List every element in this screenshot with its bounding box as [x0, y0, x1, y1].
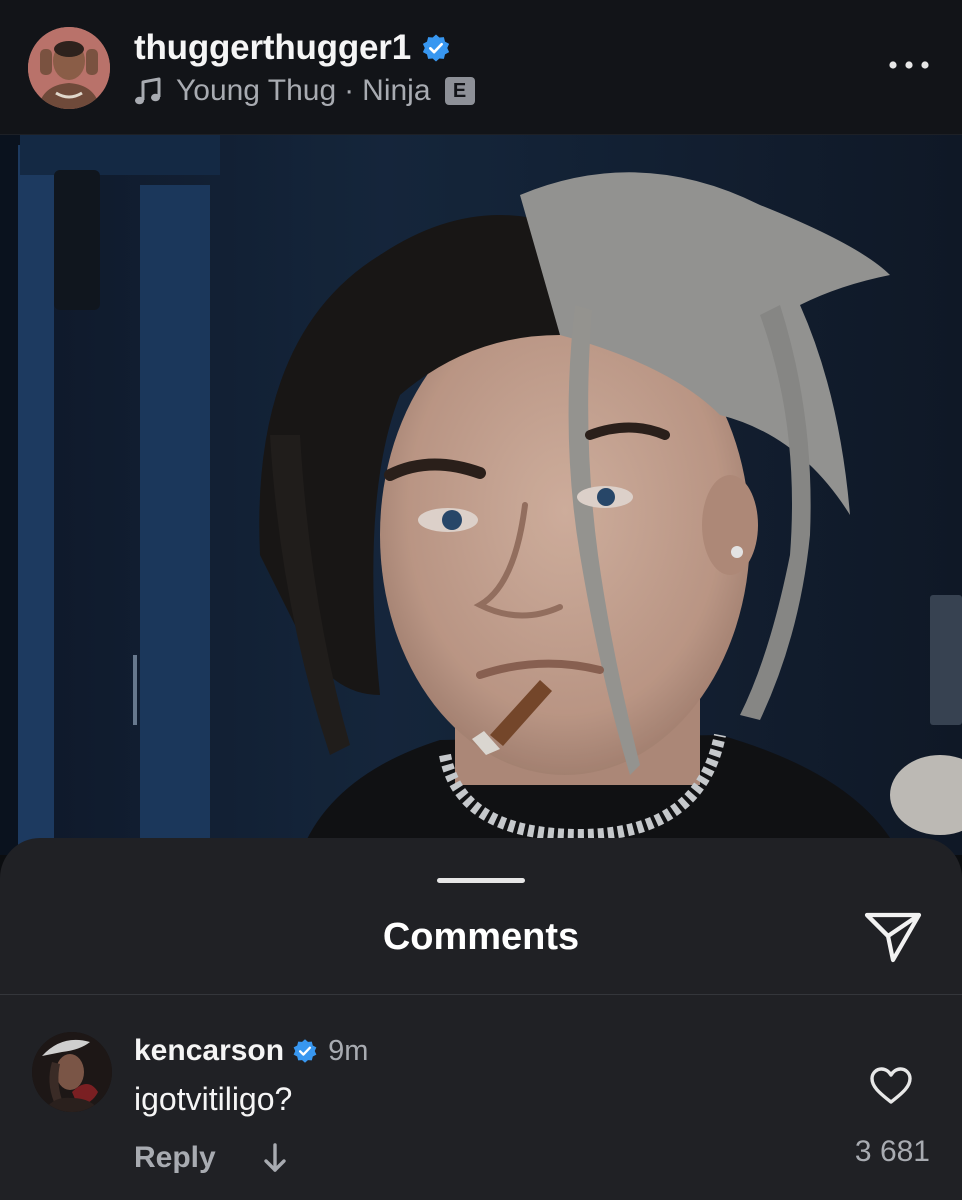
- more-options-icon[interactable]: [886, 50, 932, 80]
- verified-badge-icon: [422, 34, 450, 62]
- post-photo[interactable]: [0, 135, 962, 855]
- comment-like-count: 3 681: [854, 1135, 930, 1168]
- paper-plane-share-icon[interactable]: [864, 910, 922, 964]
- comment-text: igotvitiligo?: [134, 1081, 293, 1117]
- author-avatar[interactable]: [28, 27, 110, 109]
- post-header: thuggerthugger1 Young Thug · Ninja E: [0, 0, 962, 135]
- instagram-post-screen: thuggerthugger1 Young Thug · Ninja E Com…: [0, 0, 962, 1200]
- comments-title: Comments: [382, 916, 580, 958]
- comment-item: kencarson 9m igotvitiligo? Reply 3 681: [0, 995, 962, 1200]
- verified-badge-icon: [293, 1039, 317, 1063]
- explicit-badge: E: [444, 77, 475, 105]
- post-image: [0, 135, 962, 855]
- audio-separator: ·: [344, 74, 355, 107]
- comments-sheet: Comments kencarson 9m igotvitiligo? Repl…: [0, 838, 962, 1200]
- commenter-username[interactable]: kencarson: [134, 1034, 284, 1068]
- author-avatar-photo: [28, 27, 110, 109]
- down-arrow-icon[interactable]: [262, 1141, 288, 1175]
- reply-button[interactable]: Reply: [134, 1141, 216, 1175]
- commenter-avatar[interactable]: [32, 1032, 112, 1112]
- commenter-avatar-photo: [32, 1032, 112, 1112]
- audio-track: Ninja: [362, 74, 431, 107]
- author-username-row: thuggerthugger1: [134, 26, 451, 70]
- author-username[interactable]: thuggerthugger1: [134, 28, 411, 68]
- audio-artist: Young Thug: [176, 74, 337, 107]
- comment-header: kencarson 9m: [134, 1031, 368, 1071]
- sheet-drag-handle[interactable]: [437, 878, 525, 883]
- heart-icon[interactable]: [870, 1067, 912, 1105]
- music-note-icon: [135, 77, 161, 105]
- comment-timestamp: 9m: [328, 1034, 369, 1067]
- audio-attribution[interactable]: Young Thug · Ninja E: [134, 72, 475, 110]
